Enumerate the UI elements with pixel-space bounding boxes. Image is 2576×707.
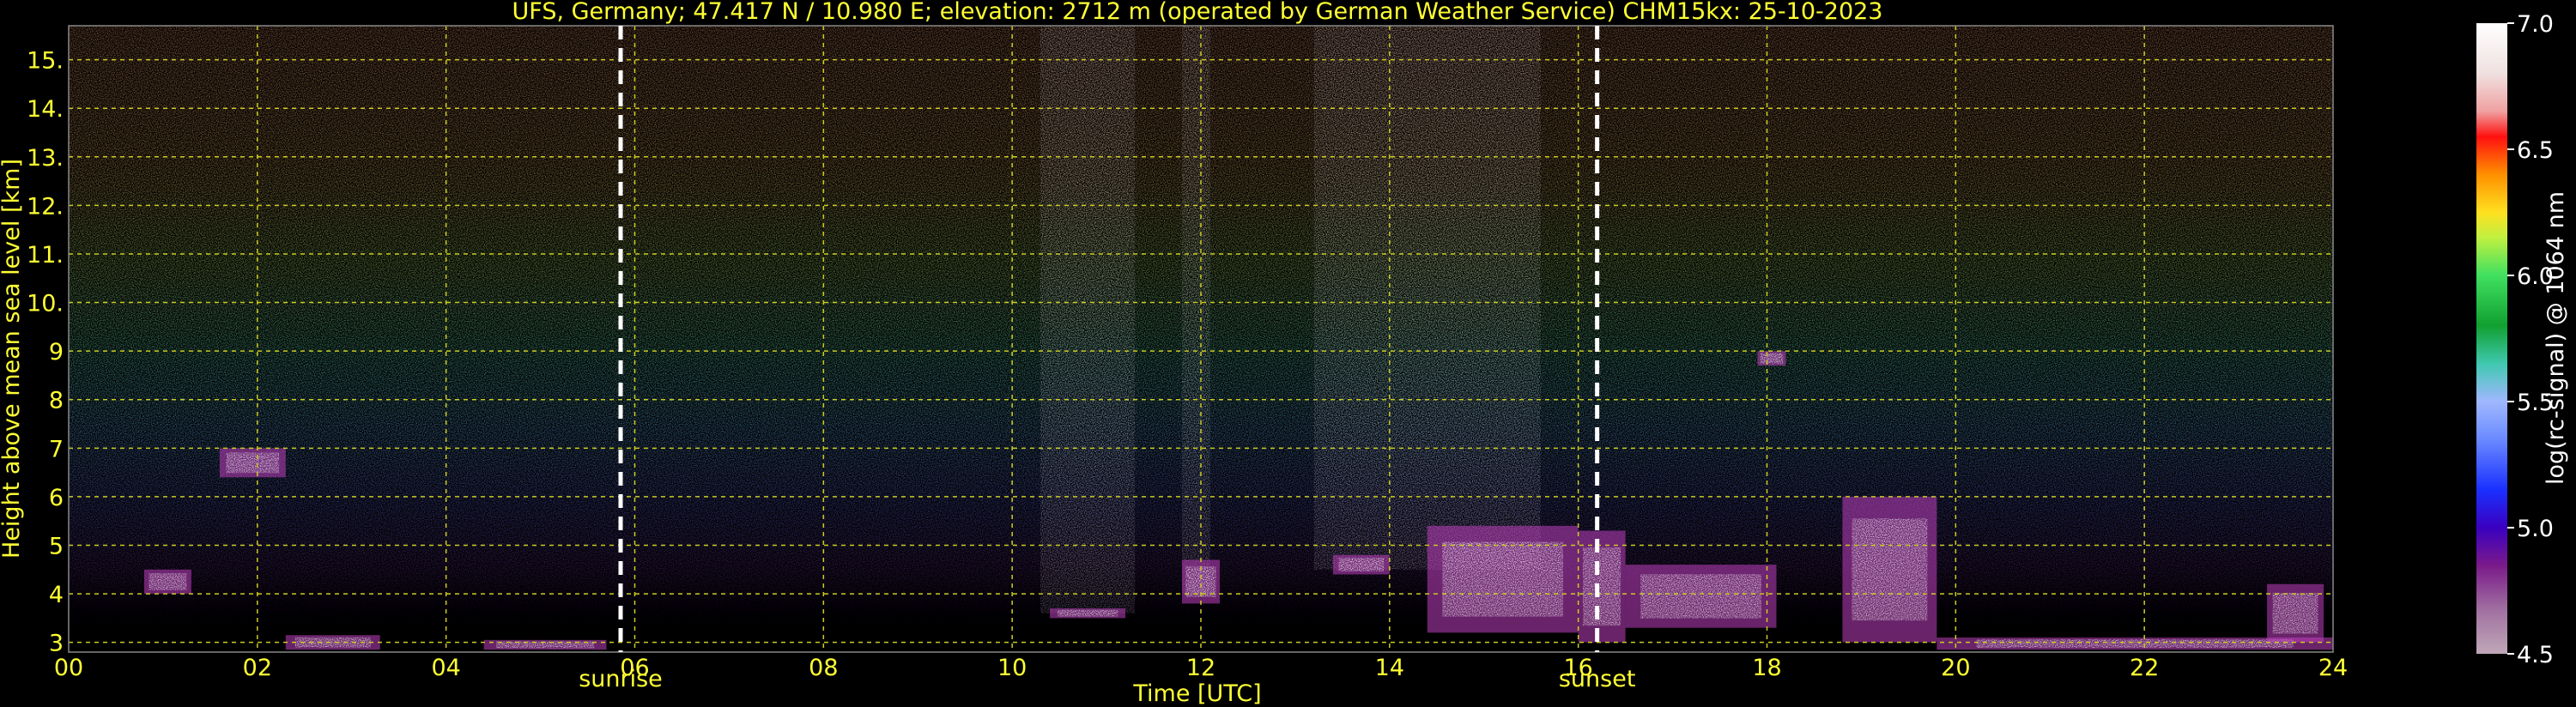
x-tick-label: 06 xyxy=(620,655,649,681)
cloud-feature-4 xyxy=(1050,608,1126,619)
cloud-feature-7 xyxy=(1427,525,1579,633)
signal-band-2 xyxy=(1313,26,1399,570)
x-tick-label: 20 xyxy=(1941,655,1970,681)
x-tick-label: 12 xyxy=(1186,655,1215,681)
cloud-feature-10 xyxy=(1757,351,1786,366)
y-tick-label: 4 xyxy=(49,582,64,608)
x-axis-label: Time [UTC] xyxy=(1132,680,1261,707)
colorbar-label: log(rc-signal) @ 1064 nm xyxy=(2543,191,2569,485)
cloud-core xyxy=(148,573,187,590)
cloud-core xyxy=(495,641,595,649)
y-axis-ticks: 3 4 5 6 7 8 9 10. 11. 12. 13. 14. 15. xyxy=(27,48,64,657)
cloud-feature-2 xyxy=(285,635,380,650)
colorbar-tick-label: 6.5 xyxy=(2517,137,2554,164)
x-tick-label: 00 xyxy=(54,655,83,681)
cloud-feature-0 xyxy=(143,569,191,595)
x-tick-label: 22 xyxy=(2130,655,2159,681)
x-tick-label: 08 xyxy=(809,655,838,681)
x-tick-label: 16 xyxy=(1563,655,1592,681)
y-tick-label: 14. xyxy=(27,96,64,123)
cloud-feature-6 xyxy=(1332,554,1390,575)
y-tick-label: 8 xyxy=(49,388,64,414)
cloud-core xyxy=(294,637,371,648)
cloud-core xyxy=(1976,639,2294,649)
cloud-core xyxy=(1057,609,1118,617)
cloud-core xyxy=(2272,592,2318,634)
signal-band-3 xyxy=(1398,26,1541,570)
cloud-feature-13 xyxy=(2267,583,2324,643)
cloud-feature-1 xyxy=(219,448,286,478)
x-tick-label: 18 xyxy=(1752,655,1781,681)
x-tick-label: 04 xyxy=(431,655,460,681)
colorbar-tick-label: 5.0 xyxy=(2517,516,2554,542)
y-tick-label: 13. xyxy=(27,145,64,172)
cloud-feature-8 xyxy=(1578,530,1626,643)
cloud-core xyxy=(226,452,280,474)
x-tick-label: 24 xyxy=(2318,655,2348,681)
chart-title: UFS, Germany; 47.417 N / 10.980 E; eleva… xyxy=(512,0,1883,25)
signal-band-1 xyxy=(1182,26,1210,595)
colorbar: 4.55.05.56.06.57.0 log(rc-signal) @ 1064… xyxy=(2476,11,2569,668)
y-tick-label: 3 xyxy=(49,631,64,657)
x-tick-label: 14 xyxy=(1375,655,1404,681)
y-axis-label: Height above mean sea level [km] xyxy=(0,159,25,559)
plot-area: sunrise sunset xyxy=(68,25,2334,692)
x-axis-ticks: 00 02 04 06 08 10 12 14 16 18 20 22 24 xyxy=(54,655,2348,681)
cloud-core xyxy=(1583,547,1621,626)
y-tick-label: 9 xyxy=(49,339,64,366)
y-tick-label: 5 xyxy=(49,534,64,560)
cloud-core xyxy=(1852,518,1928,621)
y-tick-label: 7 xyxy=(49,436,64,462)
cloud-core xyxy=(1338,558,1385,572)
y-tick-label: 15. xyxy=(27,48,64,75)
x-tick-label: 10 xyxy=(997,655,1027,681)
cloud-feature-9 xyxy=(1625,565,1777,628)
y-tick-label: 10. xyxy=(27,291,64,317)
colorbar-tick-label: 7.0 xyxy=(2517,11,2554,38)
ceilometer-chart: sunrise sunset 345678910.11.12.13.14.15. … xyxy=(0,0,2569,707)
colorbar-gradient xyxy=(2476,23,2507,654)
cloud-core xyxy=(1760,353,1784,364)
cloud-feature-11 xyxy=(1842,496,1937,643)
x-tick-label: 02 xyxy=(243,655,272,681)
colorbar-tick-label: 4.5 xyxy=(2517,642,2554,668)
y-tick-label: 12. xyxy=(27,193,64,220)
cloud-feature-3 xyxy=(483,639,607,650)
y-tick-label: 6 xyxy=(49,485,64,511)
signal-band-0 xyxy=(1040,26,1136,613)
y-tick-label: 11. xyxy=(27,242,64,269)
cloud-core xyxy=(1640,574,1761,619)
cloud-core xyxy=(1442,541,1564,617)
